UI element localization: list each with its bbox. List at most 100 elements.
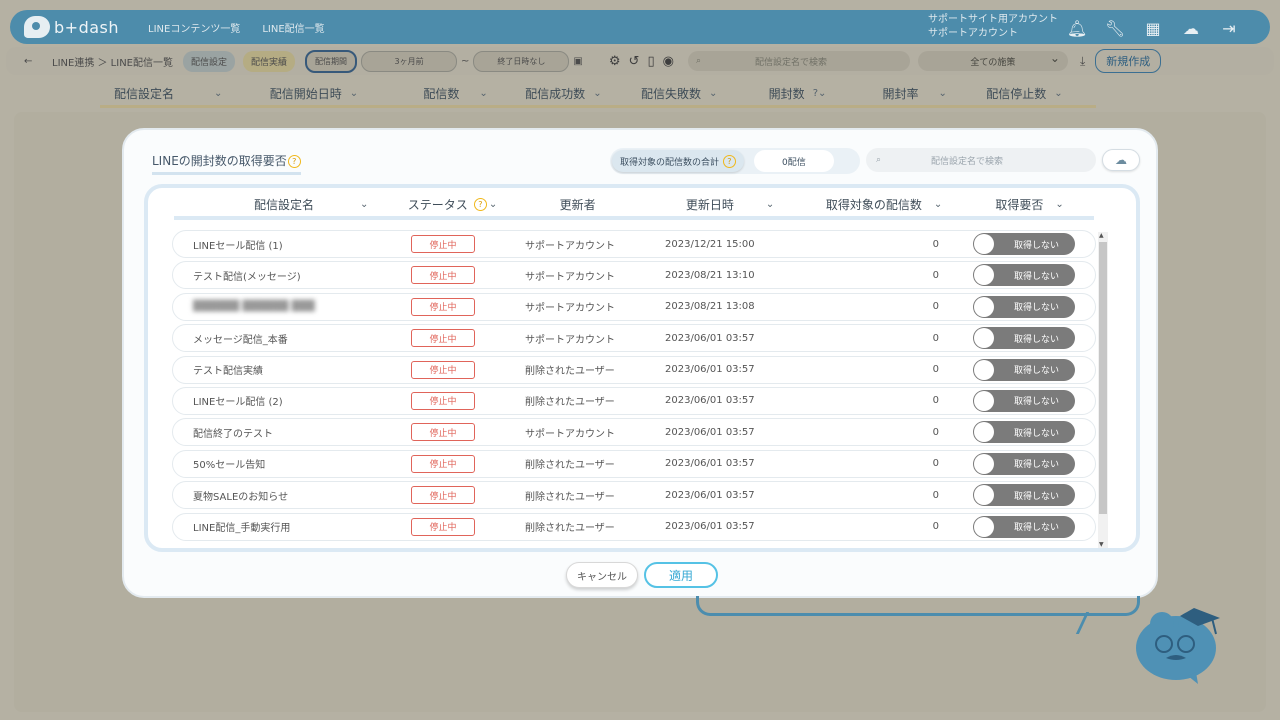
delivery-search-input[interactable]: ⌕ 配信設定名で検索 (687, 51, 910, 71)
row-name: 50%セール告知 (193, 460, 266, 472)
status-badge: 停止中 (411, 360, 475, 379)
toggle-knob (974, 516, 994, 537)
help-icon[interactable]: ? (473, 197, 487, 211)
period-from[interactable]: 3ヶ月前 (361, 50, 458, 72)
logo[interactable]: b+dash (24, 16, 124, 38)
settings-chat-icon[interactable]: ⚙ (609, 54, 621, 69)
status-badge: 停止中 (411, 235, 475, 253)
fetch-toggle[interactable]: 取得しない (973, 264, 1075, 287)
row-updated-at: 2023/08/21 13:10 (665, 269, 755, 281)
sub-toolbar: ← LINE連携 ＞ LINE配信一覧 配信設定 配信実績 配信期間 3ヶ月前 … (6, 47, 1274, 75)
col-fetch[interactable]: 取得要否 ⌄ (995, 192, 1094, 216)
campaign-select[interactable]: 全ての施策 (917, 51, 1068, 71)
table-row[interactable]: LINEセール配信 (1) 停止中 サポートアカウント 2023/12/21 1… (172, 230, 1096, 258)
table-row[interactable]: LINE配信_手動実行用 停止中 削除されたユーザー 2023/06/01 03… (172, 512, 1096, 541)
help-icon[interactable]: ? (287, 155, 301, 168)
table-row[interactable]: 配信終了のテスト 停止中 サポートアカウント 2023/06/01 03:57 … (172, 418, 1096, 447)
col-updated-at[interactable]: 更新日時 ⌄ (686, 192, 826, 216)
breadcrumb: LINE連携 ＞ LINE配信一覧 (52, 57, 173, 69)
col-target-count[interactable]: 取得対象の配信数 ⌄ (826, 192, 996, 216)
bg-col-count: 配信数 ⌄ (423, 87, 488, 101)
cancel-button[interactable]: キャンセル (566, 562, 638, 588)
row-target-count: 0 (932, 489, 939, 501)
status-badge: 停止中 (411, 391, 475, 410)
row-updated-at: 2023/06/01 03:57 (665, 364, 755, 376)
col-status[interactable]: ステータス? ⌄ (408, 192, 556, 216)
nav-line-deliveries[interactable]: LINE配信一覧 (262, 20, 324, 35)
toggle-knob (974, 265, 994, 286)
fetch-toggle[interactable]: 取得しない (973, 421, 1075, 444)
table-row[interactable]: 50%セール告知 停止中 削除されたユーザー 2023/06/01 03:57 … (172, 449, 1096, 478)
eye-icon[interactable]: ◉ (663, 54, 674, 69)
bg-col-success: 配信成功数 ⌄ (525, 87, 602, 101)
chat-help-icon[interactable]: ☁ (1180, 18, 1202, 38)
new-create-button[interactable]: 新規作成 (1095, 49, 1162, 73)
bg-col-name: 配信設定名 ⌄ (114, 87, 223, 101)
row-updated-at: 2023/06/01 03:57 (665, 489, 755, 501)
period-filter: 配信期間 3ヶ月前 ~ 終了日時なし ▣ (305, 49, 583, 73)
history-icon[interactable]: ↺ (629, 54, 640, 69)
logo-icon (24, 16, 50, 38)
bell-icon[interactable]: 🔔︎ (1066, 18, 1088, 38)
row-updater: サポートアカウント (525, 334, 615, 346)
row-updater: サポートアカウント (525, 428, 615, 440)
grid-icon[interactable]: ▦ (1142, 18, 1164, 38)
row-name-redacted: ██████ ██████ ███ (193, 301, 315, 313)
tab-delivery-results[interactable]: 配信実績 (243, 50, 296, 72)
toggle-label: 取得しない (1013, 460, 1059, 471)
row-target-count: 0 (932, 458, 939, 470)
document-icon[interactable]: ▯ (647, 54, 654, 69)
search-icon: ⌕ (876, 155, 882, 165)
row-updated-at: 2023/06/01 03:57 (665, 458, 755, 470)
row-updater: 削除されたユーザー (525, 366, 615, 378)
fetch-toggle[interactable]: 取得しない (973, 389, 1075, 412)
row-target-count: 0 (932, 364, 939, 376)
table-row[interactable]: ██████ ██████ ███ 停止中 サポートアカウント 2023/08/… (172, 292, 1096, 321)
fetch-toggle[interactable]: 取得しない (973, 484, 1075, 507)
bg-col-open-rate: 開封率 ⌄ (882, 87, 947, 101)
wrench-icon[interactable]: 🔧︎ (1104, 18, 1126, 38)
tab-delivery-settings[interactable]: 配信設定 (183, 50, 236, 72)
scroll-down-icon[interactable]: ▼ (1099, 541, 1104, 548)
download-icon[interactable]: ⤓ (1080, 54, 1085, 69)
table-row[interactable]: メッセージ配信_本番 停止中 サポートアカウント 2023/06/01 03:5… (172, 324, 1096, 353)
bg-col-stop: 配信停止数 ⌄ (986, 87, 1063, 101)
toggle-label: 取得しない (1013, 240, 1059, 251)
scrollbar-thumb[interactable] (1099, 242, 1107, 514)
help-icon[interactable]: ? (722, 154, 736, 168)
table-body: LINEセール配信 (1) 停止中 サポートアカウント 2023/12/21 1… (172, 230, 1096, 544)
period-label[interactable]: 配信期間 (305, 49, 358, 73)
period-to[interactable]: 終了日時なし (473, 50, 570, 72)
fetch-toggle[interactable]: 取得しない (973, 515, 1075, 538)
account-info[interactable]: サポートサイト用アカウント サポートアカウント (928, 13, 1058, 41)
col-name[interactable]: 配信設定名 ⌄ (174, 192, 408, 216)
status-badge: 停止中 (411, 423, 475, 442)
calendar-icon[interactable]: ▣ (573, 56, 582, 67)
status-badge: 停止中 (411, 329, 475, 348)
fetch-toggle[interactable]: 取得しない (973, 358, 1075, 381)
period-separator: ~ (461, 55, 470, 67)
background-table-header: 配信設定名 ⌄ 配信開始日時 ⌄ 配信数 ⌄ 配信成功数 ⌄ 配信失敗数 ⌄ 開封数 ?⌄ … (100, 82, 1096, 108)
nav-line-contents[interactable]: LINEコンテンツ一覧 (148, 20, 240, 35)
bg-col-start: 配信開始日時 ⌄ (269, 87, 359, 101)
status-badge: 停止中 (411, 297, 475, 316)
open-count-modal: LINEの開封数の取得要否? 取得対象の配信数の合計 ? 0配信 ⌕ 配信設定名… (122, 128, 1158, 598)
account-user: サポートアカウント (928, 28, 1018, 39)
table-row[interactable]: テスト配信実績 停止中 削除されたユーザー 2023/06/01 03:57 0… (172, 355, 1096, 384)
modal-search-input[interactable]: ⌕ 配信設定名で検索 (866, 148, 1096, 172)
toggle-knob (974, 453, 994, 474)
scroll-up-icon[interactable]: ▲ (1099, 232, 1104, 239)
toggle-label: 取得しない (1013, 491, 1059, 502)
fetch-toggle[interactable]: 取得しない (973, 327, 1075, 350)
apply-button[interactable]: 適用 (644, 562, 718, 588)
fetch-toggle[interactable]: 取得しない (973, 452, 1075, 475)
table-row[interactable]: LINEセール配信 (2) 停止中 削除されたユーザー 2023/06/01 0… (172, 386, 1096, 415)
table-row[interactable]: 夏物SALEのお知らせ 停止中 削除されたユーザー 2023/06/01 03:… (172, 481, 1096, 510)
logout-icon[interactable]: ⇥ (1218, 18, 1240, 38)
fetch-toggle[interactable]: 取得しない (973, 233, 1075, 255)
ai-assist-icon[interactable]: ☁ (1102, 149, 1140, 171)
back-arrow-icon[interactable]: ← (24, 56, 40, 67)
table-row[interactable]: テスト配信(メッセージ) 停止中 サポートアカウント 2023/08/21 13… (172, 261, 1096, 290)
table-scrollbar[interactable]: ▲ ▼ (1098, 232, 1108, 548)
fetch-toggle[interactable]: 取得しない (973, 295, 1075, 318)
